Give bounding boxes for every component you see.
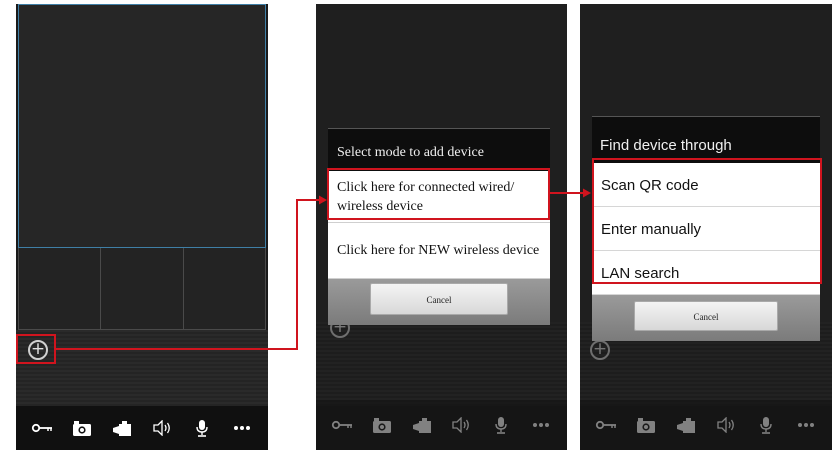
flow-arrows (56, 188, 591, 350)
arrow-connector (56, 199, 320, 350)
arrowhead (319, 195, 327, 205)
arrowhead (583, 188, 591, 198)
